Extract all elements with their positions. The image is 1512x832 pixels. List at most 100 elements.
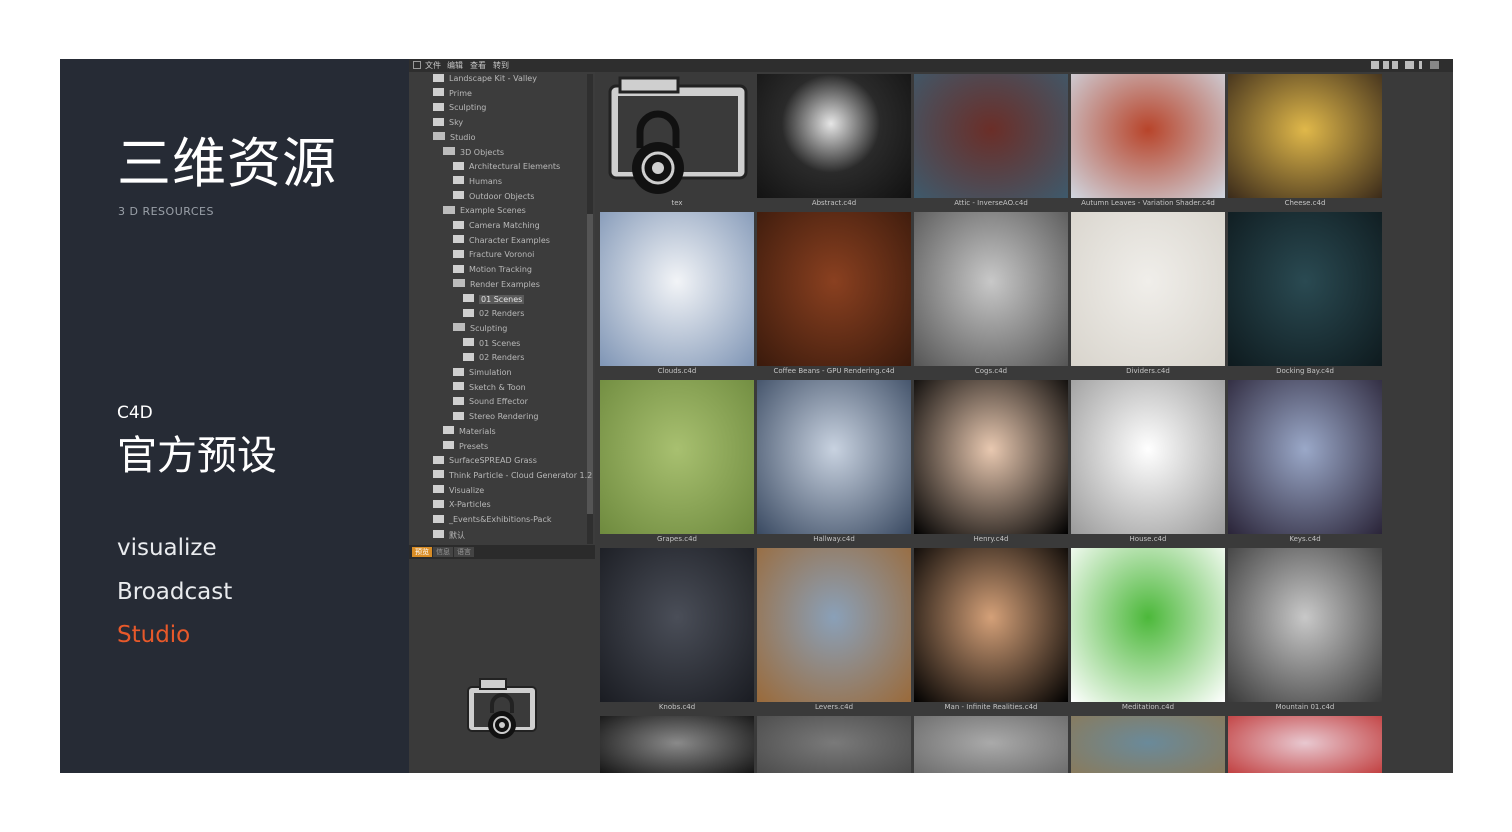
back-icon[interactable] [1430,61,1439,69]
tree-item[interactable]: Outdoor Objects [453,191,535,206]
asset-name: Attic - InverseAO.c4d [954,199,1028,207]
tree-item-label: Think Particle - Cloud Generator 1.2 [449,470,593,480]
tree-item[interactable]: 02 Renders [463,308,524,323]
tree-item-label: Outdoor Objects [469,191,535,201]
asset-name: Coffee Beans - GPU Rendering.c4d [773,367,895,375]
product-label: C4D [117,403,153,423]
tree-item[interactable]: 01 Scenes [463,338,520,353]
asset-thumbnail [914,212,1068,366]
tab-info[interactable]: 信息 [433,547,453,557]
tree-item[interactable]: Architectural Elements [453,161,560,176]
tree-item[interactable]: _Events&Exhibitions-Pack [433,514,552,529]
tree-item-label: Visualize [449,485,485,495]
asset-name: Man - Infinite Realities.c4d [944,703,1038,711]
asset-name: Knobs.c4d [658,703,696,711]
tree-item[interactable]: Sketch & Toon [453,382,526,397]
tree-item[interactable]: Fracture Voronoi [453,249,535,264]
tree-item[interactable]: 01 Scenes [463,294,525,309]
tree-item[interactable]: Sculpting [453,323,508,338]
tree-item[interactable]: 3D Objects [443,147,505,162]
tree-item[interactable]: Visualize [433,485,485,500]
tree-item[interactable]: Stereo Rendering [453,411,538,426]
tree-item[interactable]: Example Scenes [443,205,526,220]
tree-item[interactable]: Render Examples [453,279,540,294]
asset-name: Hallway.c4d [813,535,855,543]
folder-icon [433,88,444,97]
asset-thumbnail [1228,716,1382,773]
asset-thumbnail [600,212,754,366]
layout-icon[interactable] [1405,61,1414,69]
dot-icon[interactable] [1419,61,1422,69]
save-icon[interactable] [1392,61,1398,69]
menu-go[interactable]: 转到 [493,60,509,71]
tree-item[interactable]: Sound Effector [453,396,528,411]
tree-item[interactable]: Sky [433,117,464,132]
folder-icon [433,455,444,464]
menu-file[interactable]: 文件 [425,60,441,71]
tree-item[interactable]: SurfaceSPREAD Grass [433,455,537,470]
tree-item[interactable]: Simulation [453,367,512,382]
home-icon[interactable] [1383,61,1389,69]
tree-item[interactable]: Humans [453,176,503,191]
tree-item-label: Fracture Voronoi [469,250,535,260]
asset-thumbnail [600,716,754,773]
tree-item[interactable]: Sculpting [433,102,486,117]
asset-thumbnail [1071,74,1225,198]
asset-name: Dividers.c4d [1126,367,1170,375]
asset-thumbnail [1071,380,1225,534]
asset-name: Mountain 01.c4d [1275,703,1335,711]
content-browser-window: 文件 编辑 查看 转到 Landscape Kit - Valley Prime S… [409,59,1453,773]
tree-item-label: Humans [469,176,503,186]
tree-item[interactable]: Materials [443,426,496,441]
tree-item-label: 3D Objects [460,147,505,157]
asset-name: Henry.c4d [973,535,1009,543]
tree-item-label: 默认 [449,530,465,540]
folder-icon [453,191,464,200]
folder-icon [433,499,444,508]
menu-item-studio[interactable]: Studio [117,622,190,648]
tree-item[interactable]: 02 Renders [463,352,524,367]
asset-name: Docking Bay.c4d [1276,367,1334,375]
grid-icon[interactable] [413,61,421,69]
folder-icon [433,102,444,111]
folder-open-icon [443,205,455,214]
tab-preview[interactable]: 预览 [412,547,432,557]
tree-item[interactable]: 默认 [433,530,465,544]
asset-name: Abstract.c4d [811,199,857,207]
tree-item[interactable]: Motion Tracking [453,264,532,279]
tree-item[interactable]: Prime [433,88,472,103]
menu-view[interactable]: 查看 [470,60,486,71]
tree-item[interactable]: Think Particle - Cloud Generator 1.2 [433,470,593,485]
asset-name: Cheese.c4d [1284,199,1326,207]
asset-thumbnail [914,74,1068,198]
tree-item-label: Sketch & Toon [469,382,526,392]
asset-thumbnail [600,380,754,534]
tree-item-label: Sky [449,118,464,128]
tree-item-label: _Events&Exhibitions-Pack [449,515,552,524]
menu-item-visualize[interactable]: visualize [117,535,217,561]
tree-item-label: Example Scenes [460,206,526,216]
tree-item[interactable]: Presets [443,441,488,456]
folder-icon [433,470,444,479]
lock-icon [600,74,754,198]
tree-item[interactable]: Landscape Kit - Valley [433,73,537,88]
folder-icon [463,338,474,347]
tree-item[interactable]: Camera Matching [453,220,540,235]
asset-thumbnail [1071,716,1225,773]
tree-item[interactable]: X-Particles [433,499,491,514]
asset-thumbnail [914,716,1068,773]
tree-item-label: SurfaceSPREAD Grass [449,456,537,466]
menu-edit[interactable]: 编辑 [447,60,463,71]
folder-icon [453,367,464,376]
menu-item-broadcast[interactable]: Broadcast [117,579,232,605]
tab-language[interactable]: 语言 [454,547,474,557]
edit-icon[interactable] [1371,61,1379,69]
tree-item[interactable]: Studio [433,132,475,147]
tree-scrollbar-thumb[interactable] [587,214,593,514]
asset-thumbnail [757,716,911,773]
preview-pane [409,559,595,773]
preview-tabs: 预览 信息 语言 [409,545,595,559]
tree-item[interactable]: Character Examples [453,235,550,250]
asset-name: Cogs.c4d [974,367,1008,375]
tree-item-label: Sculpting [470,323,508,333]
